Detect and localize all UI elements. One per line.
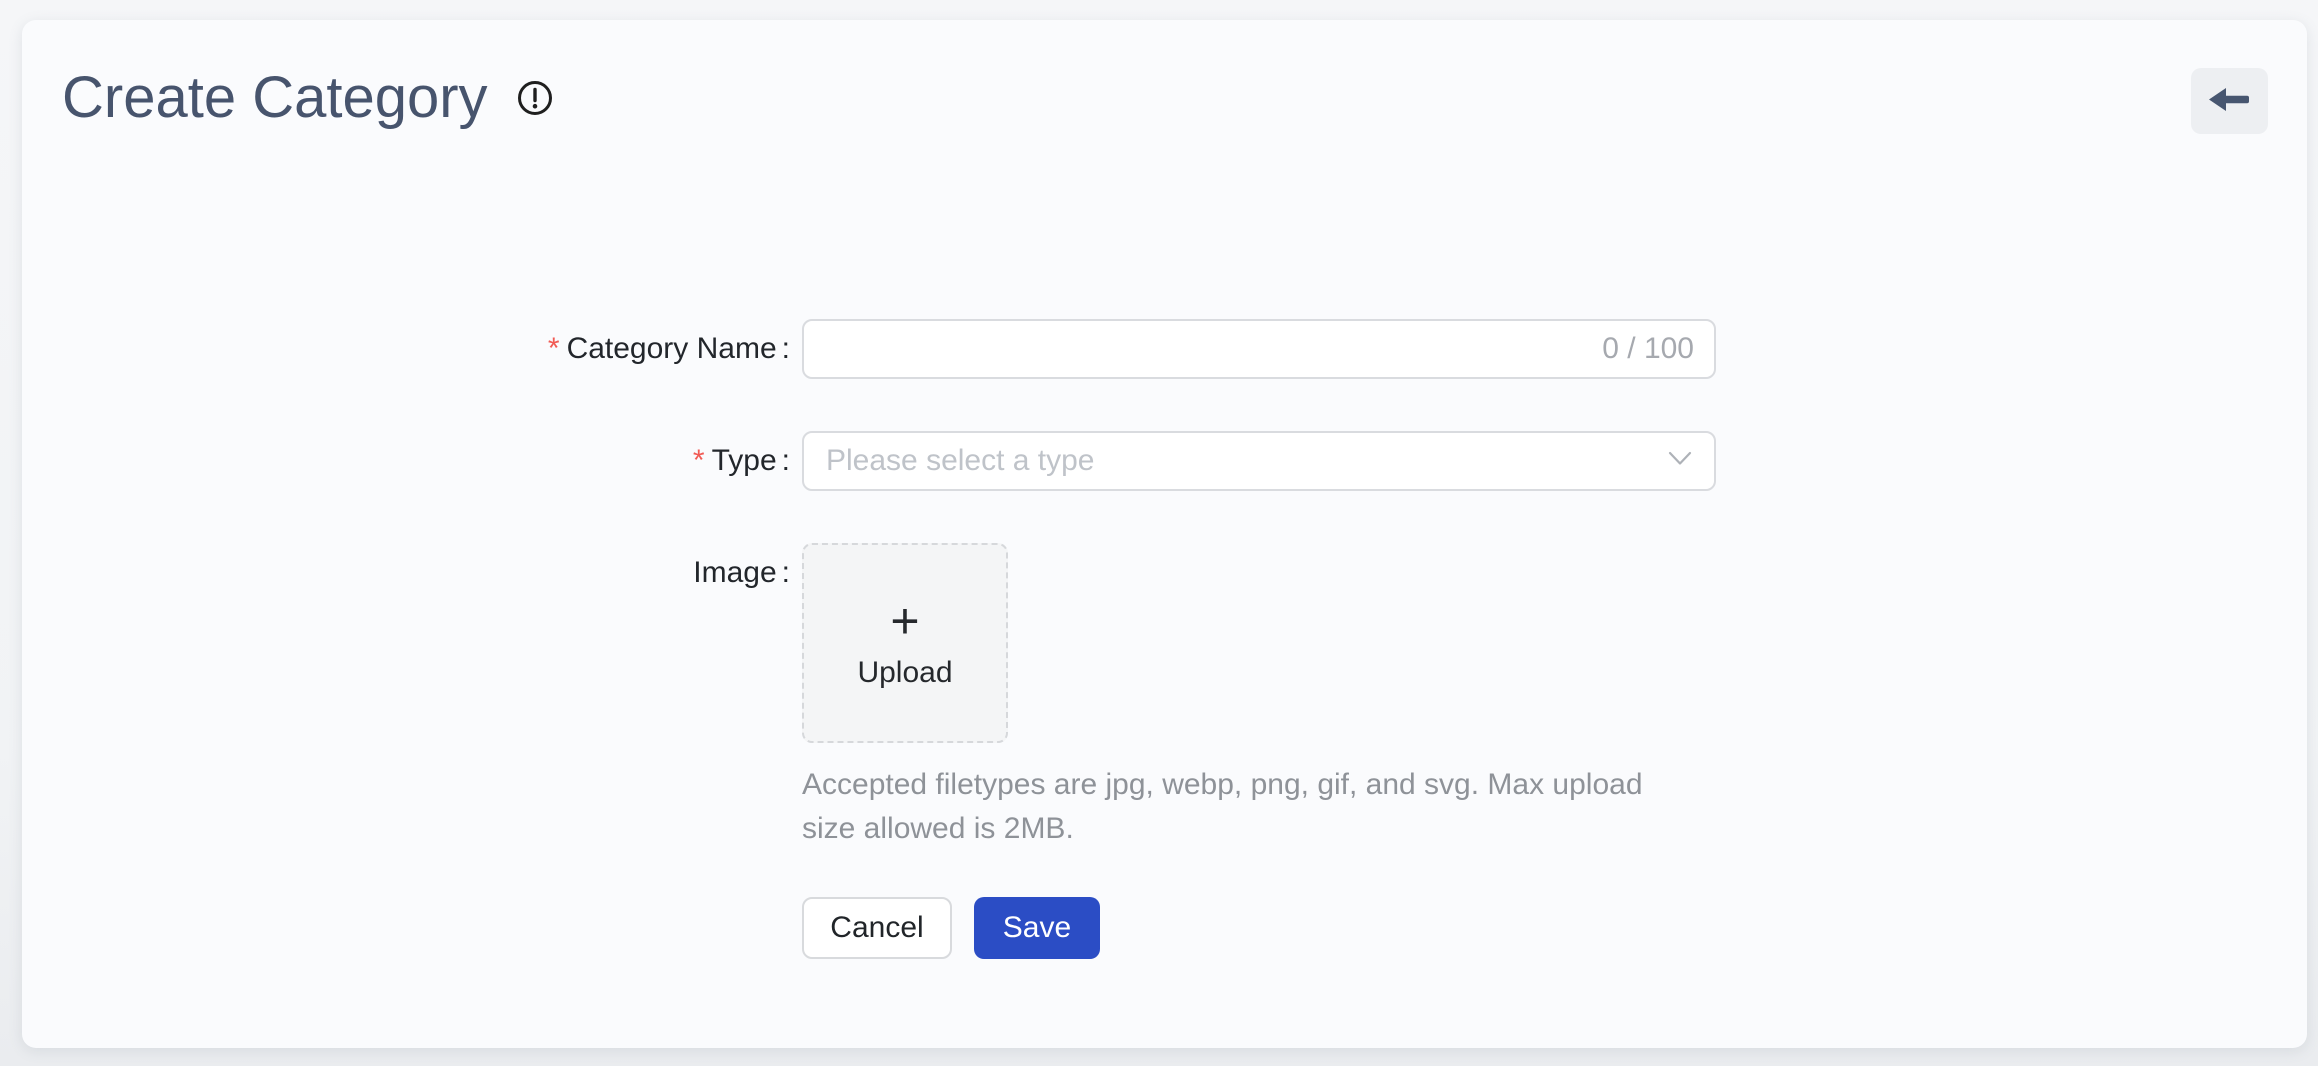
exclamation-circle-icon [516,79,554,117]
arrow-left-icon [2209,86,2251,116]
image-upload-button[interactable]: + Upload [802,543,1008,743]
save-button[interactable]: Save [974,897,1100,959]
category-name-label: *Category Name: [22,332,802,366]
type-select[interactable]: Please select a type [802,431,1716,491]
upload-help-text: Accepted filetypes are jpg, webp, png, g… [802,763,1702,851]
type-select-placeholder: Please select a type [826,444,1095,478]
back-button[interactable] [2191,68,2268,134]
create-category-form: *Category Name: 0 / 100 *Type: Please se… [22,319,2307,959]
required-mark: * [548,332,560,365]
image-label: Image: [22,543,802,603]
create-category-card: Create Category *Category Name: [22,20,2307,1048]
plus-icon: + [890,596,919,646]
page-title: Create Category [62,64,488,132]
category-name-input-wrap: 0 / 100 [802,319,1716,379]
category-name-row: *Category Name: 0 / 100 [22,319,2307,379]
image-row: Image: + Upload Accepted filetypes are j… [22,543,2307,851]
page-header: Create Category [62,64,554,132]
type-row: *Type: Please select a type [22,431,2307,491]
form-actions: Cancel Save [802,897,2307,959]
cancel-button[interactable]: Cancel [802,897,952,959]
required-mark: * [693,444,705,477]
category-name-input[interactable] [802,319,1716,379]
type-label: *Type: [22,444,802,478]
upload-label: Upload [857,656,952,690]
chevron-down-icon [1668,451,1692,471]
